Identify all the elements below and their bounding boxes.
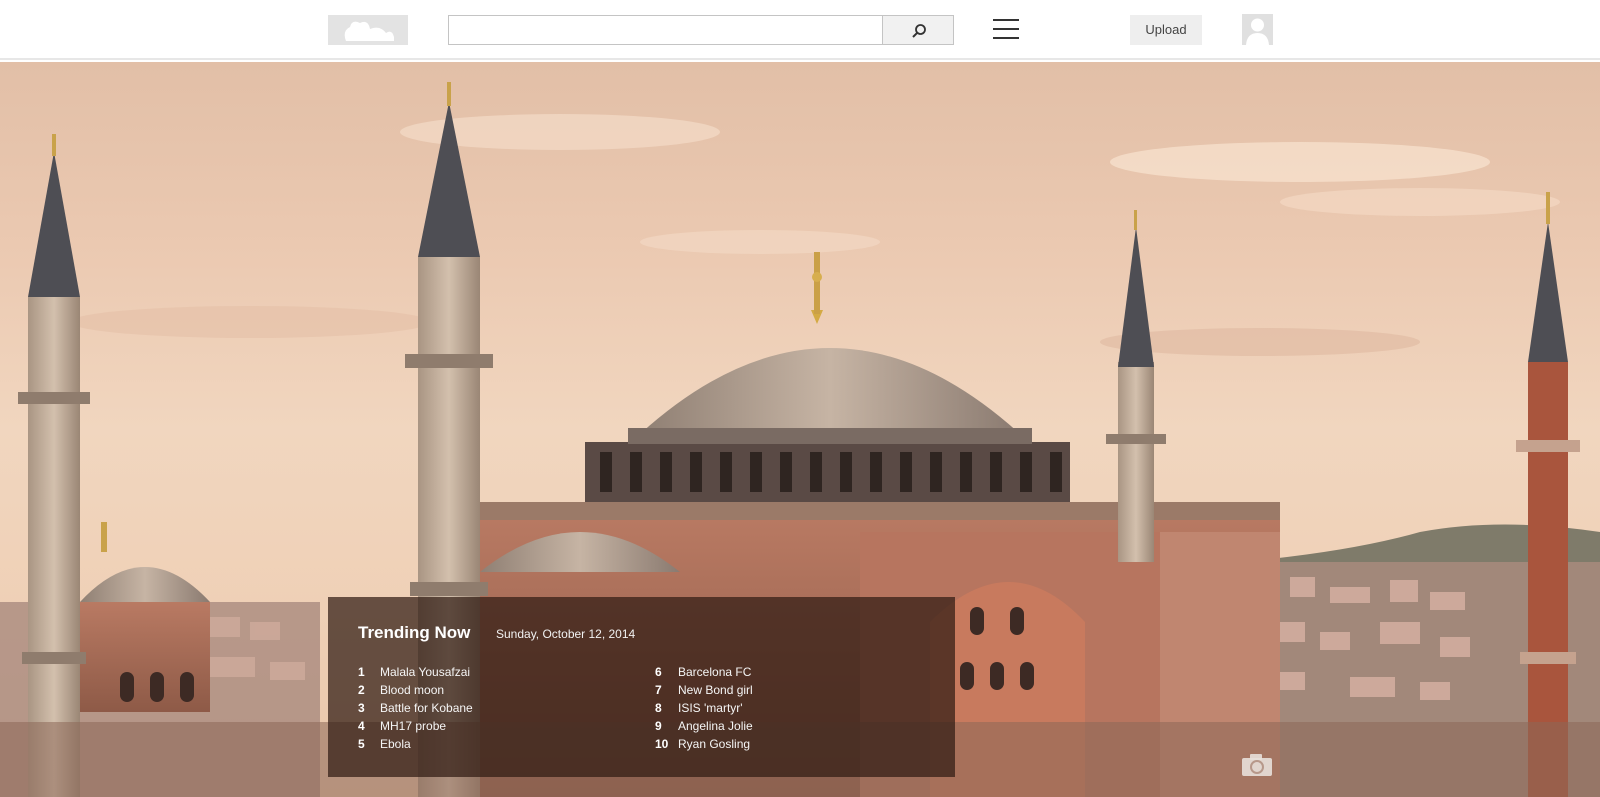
trending-item[interactable]: 5 Ebola — [358, 735, 473, 753]
trending-label[interactable]: New Bond girl — [678, 683, 753, 697]
trending-rank: 9 — [655, 719, 662, 733]
trending-label[interactable]: Blood moon — [380, 683, 444, 697]
trending-item[interactable]: 8 ISIS 'martyr' — [655, 699, 753, 717]
camera-icon[interactable] — [1241, 753, 1273, 777]
trending-now-panel: Trending Now Sunday, October 12, 2014 1 M… — [328, 597, 955, 777]
trending-rank: 4 — [358, 719, 365, 733]
trending-label[interactable]: MH17 probe — [380, 719, 446, 733]
trending-item[interactable]: 2 Blood moon — [358, 681, 473, 699]
trending-label[interactable]: Malala Yousafzai — [380, 665, 470, 679]
trending-title: Trending Now — [358, 623, 471, 642]
trending-item[interactable]: 4 MH17 probe — [358, 717, 473, 735]
trending-date: Sunday, October 12, 2014 — [496, 627, 636, 641]
trending-label[interactable]: Ebola — [380, 737, 411, 751]
trending-rank: 8 — [655, 701, 662, 715]
trending-item[interactable]: 6 Barcelona FC — [655, 663, 753, 681]
hamburger-menu-icon[interactable] — [993, 19, 1019, 41]
trending-item[interactable]: 9 Angelina Jolie — [655, 717, 753, 735]
trending-rank: 10 — [655, 737, 669, 751]
search-icon — [912, 24, 926, 38]
trending-label[interactable]: Barcelona FC — [678, 665, 751, 679]
user-silhouette-icon[interactable] — [1242, 14, 1273, 45]
trending-rank: 7 — [655, 683, 662, 697]
trending-item[interactable]: 1 Malala Yousafzai — [358, 663, 473, 681]
trending-label[interactable]: Battle for Kobane — [380, 701, 473, 715]
trending-column-left: 1 Malala Yousafzai 2 Blood moon 3 Battle fo… — [358, 663, 473, 753]
trending-rank: 2 — [358, 683, 365, 697]
trending-rank: 1 — [358, 665, 365, 679]
trending-rank: 6 — [655, 665, 662, 679]
trending-item[interactable]: 3 Battle for Kobane — [358, 699, 473, 717]
search-input[interactable] — [448, 15, 883, 45]
trending-rank: 3 — [358, 701, 365, 715]
trending-label[interactable]: Angelina Jolie — [678, 719, 753, 733]
trending-item[interactable]: 7 New Bond girl — [655, 681, 753, 699]
trending-item[interactable]: 10 Ryan Gosling — [655, 735, 753, 753]
trending-label[interactable]: ISIS 'martyr' — [678, 701, 743, 715]
trending-label[interactable]: Ryan Gosling — [678, 737, 750, 751]
top-header: Upload — [0, 0, 1600, 60]
logo-placeholder-icon[interactable] — [328, 15, 408, 45]
search-button[interactable] — [882, 15, 954, 45]
upload-button[interactable]: Upload — [1130, 15, 1202, 45]
trending-rank: 5 — [358, 737, 365, 751]
trending-column-right: 6 Barcelona FC 7 New Bond girl 8 ISIS 'mart… — [655, 663, 753, 753]
